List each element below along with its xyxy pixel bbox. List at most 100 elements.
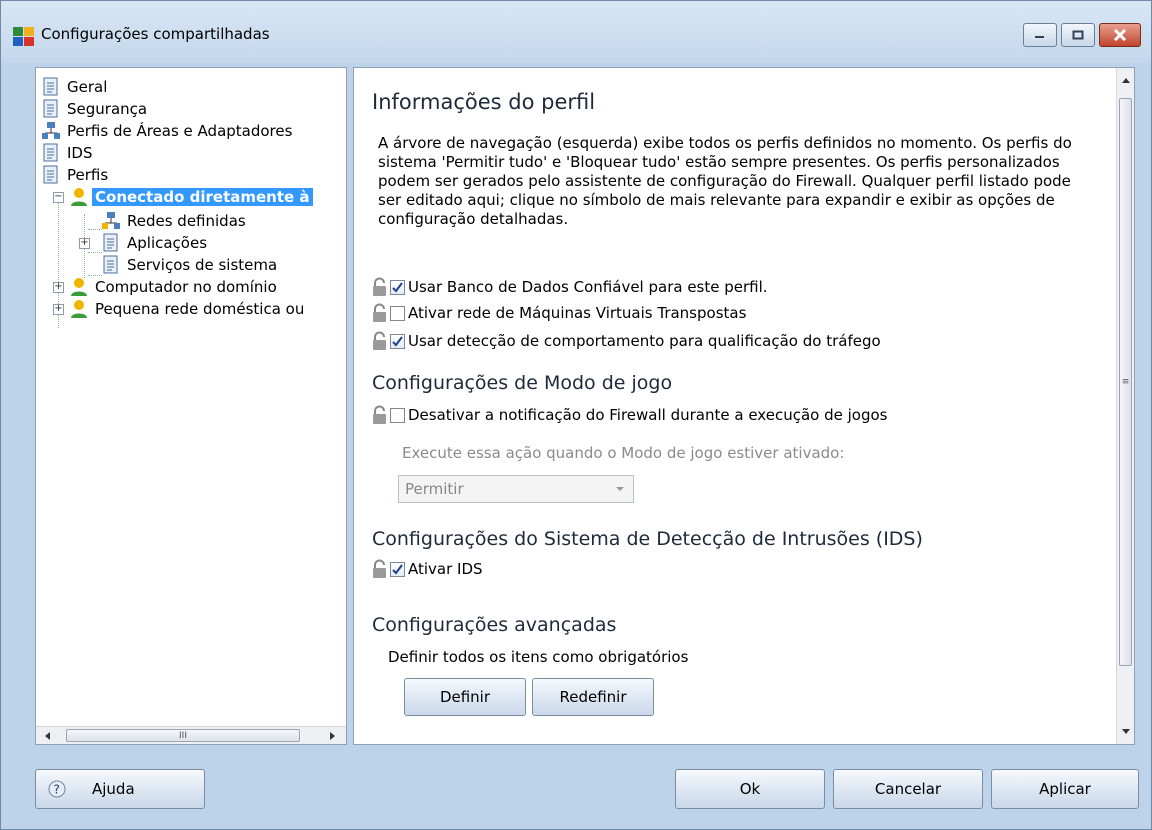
option-label: Usar detecção de comportamento para qual…	[408, 332, 881, 350]
checkbox[interactable]	[390, 305, 405, 321]
tree-item-perfis[interactable]: Perfis	[42, 164, 111, 186]
option-label: Usar Banco de Dados Confiável para este …	[408, 278, 768, 296]
network-icon	[102, 212, 120, 229]
checkbox[interactable]	[390, 333, 405, 349]
option-label: Ativar IDS	[408, 560, 483, 578]
tree-item-geral[interactable]: Geral	[42, 76, 110, 98]
scroll-thumb[interactable]: ≡	[1119, 98, 1132, 666]
scroll-thumb[interactable]: III	[66, 729, 300, 742]
scroll-right-icon[interactable]	[328, 731, 336, 741]
avg-logo-icon	[13, 27, 34, 46]
tree-item-pequena-rede[interactable]: Pequena rede doméstica ou	[70, 298, 307, 320]
tree-item-aplicacoes[interactable]: Aplicações	[102, 232, 210, 254]
checkmark-icon	[392, 563, 403, 575]
tree-item-computador-dominio[interactable]: Computador no domínio	[70, 276, 280, 298]
lock-icon[interactable]	[372, 277, 387, 297]
option-trusted-db[interactable]: Usar Banco de Dados Confiável para este …	[372, 276, 768, 298]
minimize-button[interactable]	[1023, 23, 1057, 47]
tree-item-conectado-diretamente[interactable]: Conectado diretamente à	[70, 186, 313, 208]
page-icon	[43, 143, 58, 162]
tree-item-label: Geral	[67, 78, 108, 96]
scroll-up-icon[interactable]	[1121, 76, 1131, 84]
option-label: Desativar a notificação do Firewall dura…	[408, 406, 888, 424]
page-icon	[43, 165, 58, 184]
tree-item-label: Computador no domínio	[95, 278, 277, 296]
page-icon	[43, 77, 58, 96]
scroll-down-icon[interactable]	[1121, 728, 1131, 736]
profile-description: A árvore de navegação (esquerda) exibe t…	[378, 134, 1072, 228]
advanced-settings-text: Definir todos os itens como obrigatórios	[388, 648, 689, 666]
expand-toggle[interactable]: +	[53, 304, 64, 315]
expand-toggle[interactable]: +	[53, 282, 64, 293]
title-bar: Configurações compartilhadas	[1, 1, 1151, 63]
game-mode-title: Configurações de Modo de jogo	[372, 372, 673, 394]
tree-item-label: Segurança	[67, 100, 148, 118]
option-enable-ids[interactable]: Ativar IDS	[372, 558, 483, 580]
checkbox[interactable]	[390, 407, 405, 423]
profile-settings-panel: Informações do perfil A árvore de navega…	[353, 67, 1135, 745]
help-button[interactable]: ? Ajuda	[35, 769, 205, 809]
tree-item-label: IDS	[67, 144, 93, 162]
option-virtual-machines[interactable]: Ativar rede de Máquinas Virtuais Transpo…	[372, 302, 746, 324]
maximize-icon	[1072, 30, 1084, 40]
checkbox[interactable]	[390, 279, 405, 295]
tree-item-label: Perfis	[67, 166, 109, 184]
select-value: Permitir	[405, 480, 464, 498]
tree-item-label: Redes definidas	[127, 212, 246, 230]
advanced-settings-title: Configurações avançadas	[372, 614, 617, 636]
checkmark-icon	[392, 335, 403, 347]
option-behavior-detection[interactable]: Usar detecção de comportamento para qual…	[372, 330, 881, 352]
scroll-grip: III	[179, 730, 187, 741]
tree-item-servicos-sistema[interactable]: Serviços de sistema	[102, 254, 280, 276]
ok-button[interactable]: Ok	[675, 769, 825, 809]
reset-button[interactable]: Redefinir	[532, 678, 654, 716]
tree-item-label: Pequena rede doméstica ou	[95, 300, 305, 318]
user-icon	[71, 300, 87, 318]
expand-toggle[interactable]: +	[79, 238, 90, 249]
horizontal-scrollbar[interactable]: III	[36, 726, 346, 744]
lock-icon[interactable]	[372, 331, 387, 351]
option-disable-game-notification[interactable]: Desativar a notificação do Firewall dura…	[372, 404, 887, 426]
checkbox[interactable]	[390, 561, 405, 577]
minimize-icon	[1035, 36, 1044, 38]
option-label: Ativar rede de Máquinas Virtuais Transpo…	[408, 304, 747, 322]
profile-info-title: Informações do perfil	[372, 90, 596, 114]
game-action-select[interactable]: Permitir	[398, 475, 634, 503]
lock-icon[interactable]	[372, 405, 387, 425]
define-button[interactable]: Definir	[404, 678, 526, 716]
tree-item-seguranca[interactable]: Segurança	[42, 98, 150, 120]
window-title: Configurações compartilhadas	[41, 25, 270, 43]
help-label: Ajuda	[92, 780, 135, 798]
cancel-button[interactable]: Cancelar	[833, 769, 983, 809]
help-icon: ?	[48, 780, 66, 798]
chevron-down-icon	[616, 487, 624, 491]
tree-item-label: Aplicações	[127, 234, 208, 252]
network-icon	[42, 122, 60, 139]
tree-item-redes-definidas[interactable]: Redes definidas	[102, 210, 249, 232]
dialog-body: Geral Segurança Perfis de Áreas e Adapta…	[9, 63, 1145, 745]
maximize-button[interactable]	[1061, 23, 1095, 47]
tree-item-ids[interactable]: IDS	[42, 142, 96, 164]
scroll-left-icon[interactable]	[44, 731, 52, 741]
lock-icon[interactable]	[372, 303, 387, 323]
settings-window: Configurações compartilhadas Geral Segur…	[0, 0, 1152, 830]
tree-item-perfis-areas[interactable]: Perfis de Áreas e Adaptadores	[42, 120, 295, 142]
close-icon	[1113, 29, 1127, 41]
page-icon	[103, 233, 118, 252]
user-icon	[71, 278, 87, 296]
tree-item-label: Conectado diretamente à	[92, 188, 313, 206]
ids-title: Configurações do Sistema de Detecção de …	[372, 528, 923, 550]
page-icon	[43, 99, 58, 118]
tree-item-label: Perfis de Áreas e Adaptadores	[67, 122, 293, 140]
checkmark-icon	[392, 281, 403, 293]
page-icon	[103, 255, 118, 274]
svg-text:?: ?	[54, 783, 60, 797]
close-button[interactable]	[1099, 23, 1141, 47]
tree-item-label: Serviços de sistema	[127, 256, 278, 274]
user-icon	[71, 188, 87, 206]
vertical-scrollbar[interactable]: ≡	[1116, 68, 1134, 744]
apply-button[interactable]: Aplicar	[991, 769, 1139, 809]
collapse-toggle[interactable]: −	[53, 192, 64, 203]
navigation-tree[interactable]: Geral Segurança Perfis de Áreas e Adapta…	[35, 67, 347, 745]
lock-icon[interactable]	[372, 559, 387, 579]
